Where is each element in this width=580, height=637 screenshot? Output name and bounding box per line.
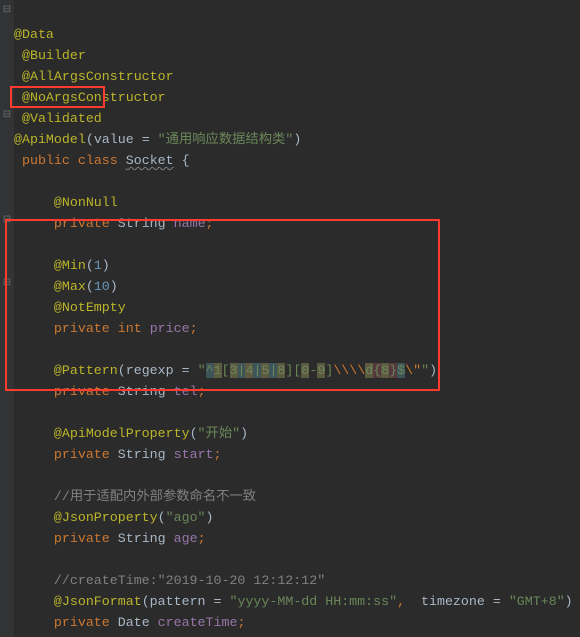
kw-class: class bbox=[78, 153, 118, 168]
type-int: int bbox=[118, 321, 142, 336]
annotation-jsonformat: @JsonFormat bbox=[54, 594, 142, 609]
regex-lbr: [ bbox=[222, 363, 230, 378]
kw-private: private bbox=[54, 216, 110, 231]
gutter: ⊟ ⊟ ⊟ ⊟ bbox=[0, 0, 14, 637]
annotation-apimodelproperty: @ApiModelProperty bbox=[54, 426, 190, 441]
annotation-max: @Max bbox=[54, 279, 86, 294]
regex-dollar: $ bbox=[397, 363, 405, 378]
attr-value: value bbox=[94, 132, 134, 147]
jsonprop-val: "ago" bbox=[166, 510, 206, 525]
kw-private: private bbox=[54, 531, 110, 546]
field-age: age bbox=[174, 531, 198, 546]
kw-private: private bbox=[54, 615, 110, 630]
annotation-builder: @Builder bbox=[22, 48, 86, 63]
attr-pattern: pattern bbox=[150, 594, 206, 609]
apimodel-value-str: "通用响应数据结构类" bbox=[158, 132, 294, 147]
class-name: Socket bbox=[126, 153, 174, 168]
jsonformat-pattern-val: "yyyy-MM-dd HH:mm:ss" bbox=[229, 594, 397, 609]
comment-createtime: //createTime:"2019-10-20 12:12:12" bbox=[54, 573, 325, 588]
jsonformat-tz-val: "GMT+8" bbox=[509, 594, 565, 609]
code-editor[interactable]: ⊟ ⊟ ⊟ ⊟ @Data @Builder @AllArgsConstruct… bbox=[0, 0, 580, 210]
attr-timezone: timezone bbox=[421, 594, 485, 609]
field-tel: tel bbox=[174, 384, 198, 399]
regex-lcur: { bbox=[373, 363, 381, 378]
comment-alias: //用于适配内外部参数命名不一致 bbox=[54, 489, 256, 504]
code-area[interactable]: @Data @Builder @AllArgsConstructor @NoAr… bbox=[14, 3, 573, 637]
annotation-noargs: @NoArgsConstructor bbox=[22, 90, 166, 105]
fold-icon[interactable]: ⊟ bbox=[2, 111, 12, 121]
max-val: 10 bbox=[94, 279, 110, 294]
type-string: String bbox=[118, 216, 166, 231]
apimodelprop-val: "开始" bbox=[198, 426, 241, 441]
regex-8b: 8 bbox=[381, 363, 389, 378]
type-string: String bbox=[118, 447, 166, 462]
type-date: Date bbox=[118, 615, 150, 630]
field-start: start bbox=[174, 447, 214, 462]
annotation-jsonproperty: @JsonProperty bbox=[54, 510, 158, 525]
brace-open: { bbox=[182, 153, 190, 168]
field-createtime: createTime bbox=[158, 615, 238, 630]
kw-private: private bbox=[54, 447, 110, 462]
type-string: String bbox=[118, 384, 166, 399]
annotation-notempty: @NotEmpty bbox=[54, 300, 126, 315]
regex-1: 1 bbox=[214, 363, 222, 378]
annotation-apimodel: @ApiModel bbox=[14, 132, 86, 147]
regex-escq: \" bbox=[405, 363, 421, 378]
regex-rcur: } bbox=[389, 363, 397, 378]
fold-icon[interactable]: ⊟ bbox=[2, 216, 12, 226]
regex-3: 3 bbox=[230, 363, 238, 378]
regex-bsbs: \\\\ bbox=[333, 363, 365, 378]
fold-icon[interactable]: ⊟ bbox=[2, 279, 12, 289]
annotation-nonnull: @NonNull bbox=[54, 195, 118, 210]
kw-private: private bbox=[54, 384, 110, 399]
annotation-data: @Data bbox=[14, 27, 54, 42]
kw-private: private bbox=[54, 321, 110, 336]
regex-caret: ^ bbox=[206, 363, 214, 378]
field-name: name bbox=[174, 216, 206, 231]
min-val: 1 bbox=[94, 258, 102, 273]
field-price: price bbox=[150, 321, 190, 336]
type-string: String bbox=[118, 531, 166, 546]
attr-regexp: regexp bbox=[126, 363, 174, 378]
kw-public: public bbox=[22, 153, 70, 168]
annotation-validated: @Validated bbox=[22, 111, 102, 126]
fold-icon[interactable]: ⊟ bbox=[2, 6, 12, 16]
annotation-min: @Min bbox=[54, 258, 86, 273]
annotation-pattern: @Pattern bbox=[54, 363, 118, 378]
annotation-allargs: @AllArgsConstructor bbox=[22, 69, 174, 84]
